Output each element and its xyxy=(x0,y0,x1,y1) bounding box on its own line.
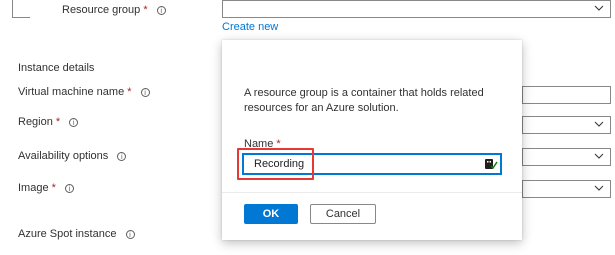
info-icon[interactable]: i xyxy=(117,151,127,161)
info-icon[interactable]: i xyxy=(156,5,166,15)
highlight-box xyxy=(237,148,314,180)
resource-group-label-text: Resource group xyxy=(62,4,141,16)
spot-label-text: Azure Spot instance xyxy=(18,228,117,240)
chevron-down-icon xyxy=(594,185,604,191)
key-icon[interactable] xyxy=(484,157,498,171)
chevron-down-icon xyxy=(594,5,604,11)
create-new-link[interactable]: Create new xyxy=(222,21,278,33)
info-icon[interactable]: i xyxy=(69,117,79,127)
required-mark: * xyxy=(127,86,132,98)
required-mark: * xyxy=(51,182,56,194)
availability-label-text: Availability options xyxy=(18,150,109,162)
vm-name-label-text: Virtual machine name xyxy=(18,86,125,98)
spot-label: Azure Spot instance i xyxy=(18,228,135,240)
vm-name-input[interactable] xyxy=(522,86,611,104)
chevron-down-icon xyxy=(594,121,604,127)
image-dropdown[interactable] xyxy=(522,180,611,198)
resource-group-label: Resource group * i xyxy=(62,4,166,16)
region-dropdown[interactable] xyxy=(522,116,611,134)
vm-name-label: Virtual machine name * i xyxy=(18,86,150,98)
tree-connector xyxy=(12,0,30,18)
info-icon[interactable]: i xyxy=(140,87,150,97)
cancel-button[interactable]: Cancel xyxy=(310,204,376,224)
section-heading: Instance details xyxy=(18,62,95,74)
required-mark: * xyxy=(143,4,148,16)
availability-dropdown[interactable] xyxy=(522,148,611,166)
image-label: Image * i xyxy=(18,182,74,194)
image-label-text: Image xyxy=(18,182,49,194)
info-icon[interactable]: i xyxy=(125,229,135,239)
info-icon[interactable]: i xyxy=(64,183,74,193)
resource-group-dropdown[interactable] xyxy=(222,0,611,18)
region-label: Region * i xyxy=(18,116,79,128)
dialog-description: A resource group is a container that hol… xyxy=(244,87,484,114)
chevron-down-icon xyxy=(594,153,604,159)
ok-button[interactable]: OK xyxy=(244,204,298,224)
region-label-text: Region xyxy=(18,116,53,128)
create-resource-group-dialog: A resource group is a container that hol… xyxy=(222,40,522,240)
dialog-divider xyxy=(222,192,522,193)
required-mark: * xyxy=(55,116,61,128)
availability-label: Availability options i xyxy=(18,150,127,162)
